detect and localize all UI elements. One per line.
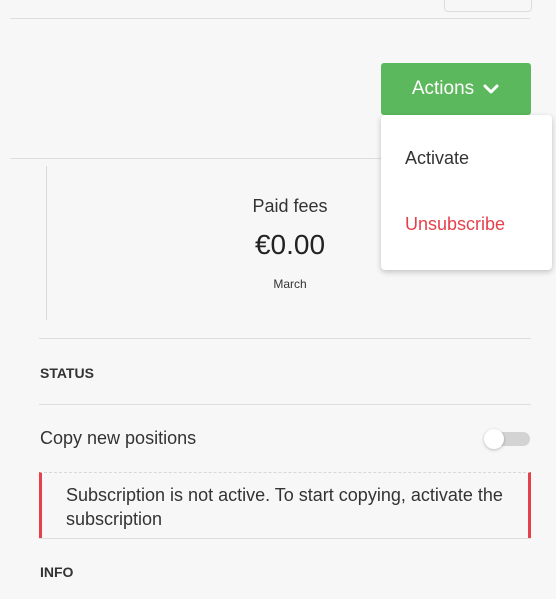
subscription-panel: Actions Activate Unsubscribe Paid fees €…	[0, 0, 556, 599]
top-control-stub[interactable]	[444, 0, 532, 12]
stats-divider	[46, 166, 47, 320]
actions-dropdown-menu: Activate Unsubscribe	[381, 115, 552, 270]
header-divider	[10, 158, 382, 159]
menu-item-activate[interactable]: Activate	[405, 148, 469, 169]
chevron-down-icon	[482, 80, 500, 98]
toggle-knob	[484, 429, 504, 449]
copy-new-positions-label: Copy new positions	[40, 428, 197, 448]
stats-bottom-divider	[39, 338, 531, 339]
status-divider	[39, 404, 531, 405]
copy-new-positions-toggle[interactable]	[484, 429, 530, 449]
paid-fees-period: March	[273, 277, 307, 291]
info-section-title: INFO	[40, 564, 74, 580]
top-divider	[10, 18, 530, 19]
status-section-title: STATUS	[40, 365, 94, 381]
menu-item-unsubscribe[interactable]: Unsubscribe	[405, 214, 505, 235]
alert-bottom-divider	[39, 538, 531, 539]
inactive-subscription-alert: Subscription is not active. To start cop…	[39, 472, 531, 538]
actions-button-label: Actions	[411, 78, 475, 99]
paid-fees-value: €0.00	[254, 229, 326, 260]
actions-button[interactable]: Actions	[381, 63, 531, 115]
paid-fees-label: Paid fees	[252, 196, 328, 216]
